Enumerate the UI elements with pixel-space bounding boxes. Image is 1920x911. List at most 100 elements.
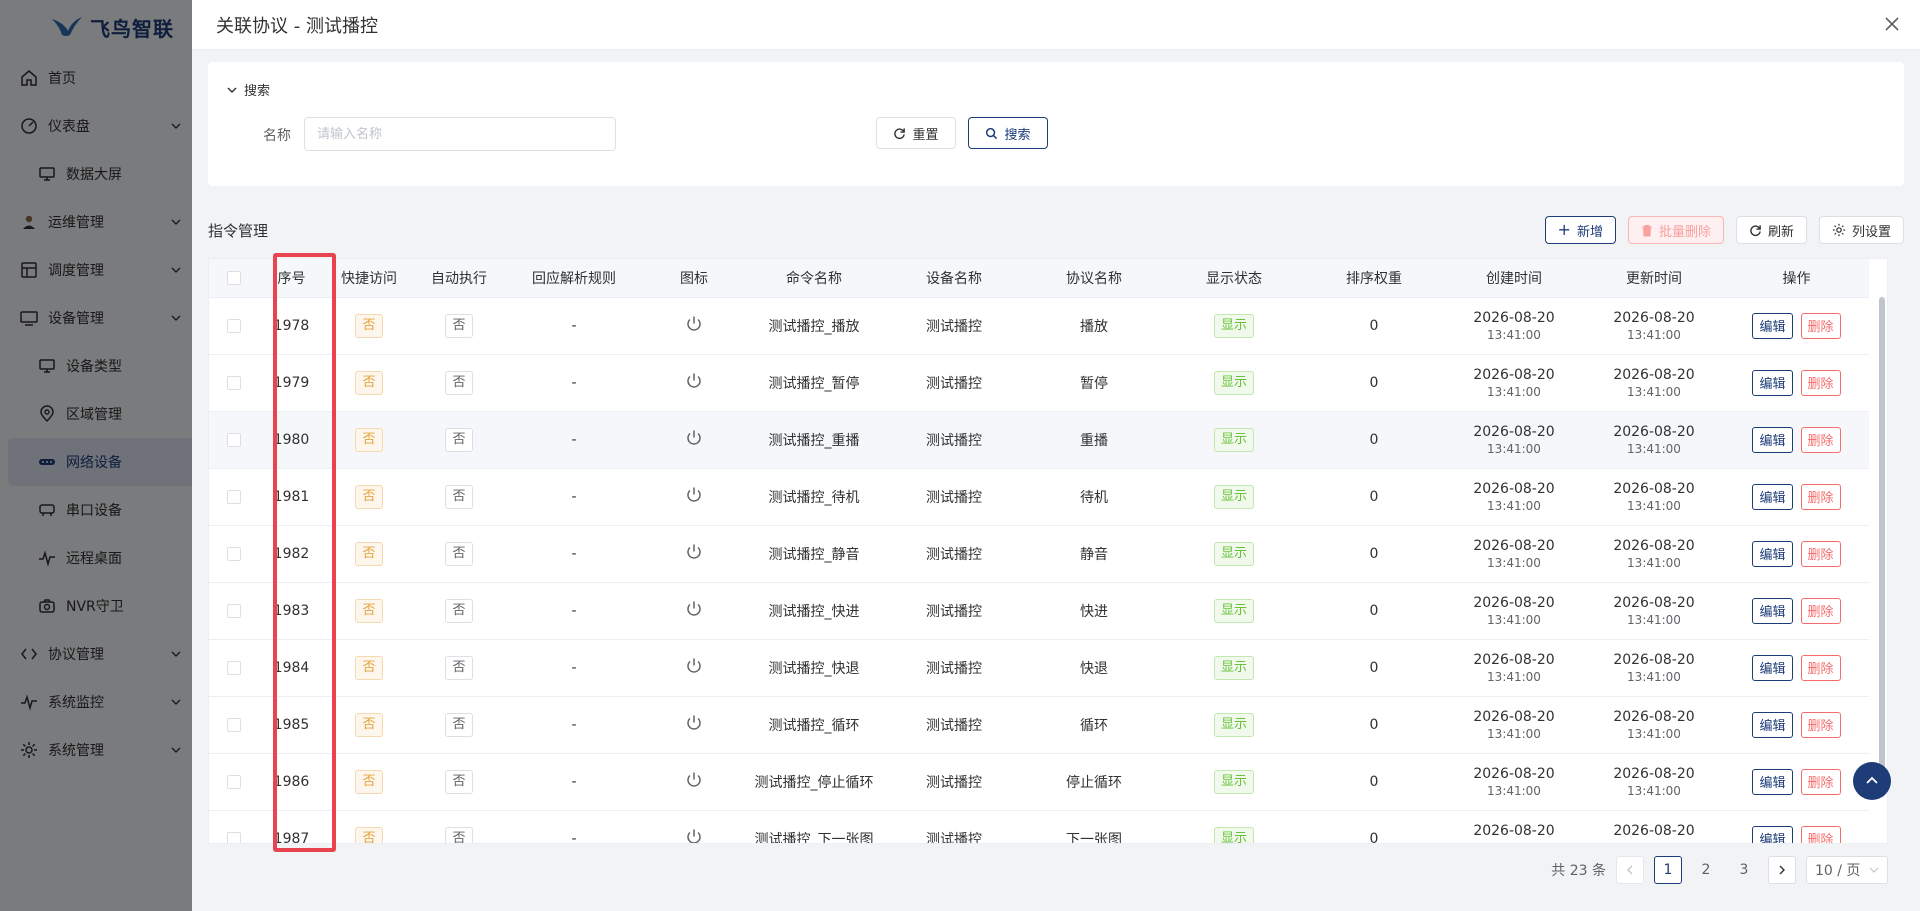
command-name-cell: 测试播控_快退 xyxy=(744,639,884,697)
table-row[interactable]: 1981 否否 - 测试播控_待机 测试播控 待机 显示 0 2026-08-20 13:41:0… xyxy=(209,468,1869,526)
next-page-button[interactable] xyxy=(1768,856,1796,884)
delete-button[interactable]: 删除 xyxy=(1800,369,1841,396)
actions-cell: 编辑 删除 xyxy=(1724,696,1869,754)
table-row[interactable]: 1985 否否 - 测试播控_循环 测试播控 循环 显示 0 2026-08-20 13:41:0… xyxy=(209,696,1869,754)
edit-button[interactable]: 编辑 xyxy=(1752,312,1793,339)
id-cell: 1980 xyxy=(259,411,324,469)
add-button[interactable]: + 新增 xyxy=(1544,216,1616,244)
table-row[interactable]: 1986 否否 - 测试播控_停止循环 测试播控 停止循环 显示 0 2026-08-20 13:… xyxy=(209,753,1869,811)
table-row[interactable]: 1979 否否 - 测试播控_暂停 测试播控 暂停 显示 0 2026-08-20 13:41:0… xyxy=(209,354,1869,412)
reset-label: 重置 xyxy=(912,127,939,143)
auto-execute-tag: 否 xyxy=(445,712,473,737)
device-name-cell: 测试播控 xyxy=(884,753,1024,811)
total-count: 共 23 条 xyxy=(1551,863,1606,879)
power-icon xyxy=(687,544,701,559)
drawer-title: 关联协议 - 测试播控 xyxy=(216,15,378,37)
row-checkbox[interactable] xyxy=(227,375,241,390)
protocol-name-cell: 播放 xyxy=(1024,297,1164,355)
delete-button[interactable]: 删除 xyxy=(1800,768,1841,795)
status-badge: 显示 xyxy=(1213,313,1254,338)
reset-button[interactable]: 重置 xyxy=(876,117,956,149)
refresh-icon xyxy=(894,127,906,139)
page-size-select[interactable]: 10 / 页 xyxy=(1806,856,1888,884)
command-table-section: 指令管理 + 新增 批量删除 刷新 列设置 序号 快捷访问 自动执行 回应解析规… xyxy=(208,200,1904,900)
created-date: 2026-08-20 xyxy=(1473,765,1555,782)
page-3-button[interactable]: 3 xyxy=(1730,856,1758,884)
response-rule-cell: - xyxy=(504,753,644,811)
page-2-button[interactable]: 2 xyxy=(1692,856,1720,884)
protocol-name-cell: 停止循环 xyxy=(1024,753,1164,811)
name-search-input[interactable] xyxy=(304,117,616,151)
device-name-cell: 测试播控 xyxy=(884,639,1024,697)
page-size-value: 10 / 页 xyxy=(1815,863,1861,879)
delete-button[interactable]: 删除 xyxy=(1800,654,1841,681)
response-rule-cell: - xyxy=(504,696,644,754)
search-icon xyxy=(986,127,998,139)
icon-cell xyxy=(644,696,744,754)
table-row[interactable]: 1978 否否 - 测试播控_播放 测试播控 播放 显示 0 2026-08-20 13:41:0… xyxy=(209,297,1869,355)
search-button[interactable]: 搜索 xyxy=(968,117,1048,149)
auto-execute-tag: 否 xyxy=(445,826,473,843)
select-all-cell xyxy=(209,259,259,298)
chevron-left-icon xyxy=(1627,865,1633,875)
row-checkbox[interactable] xyxy=(227,717,241,732)
delete-button[interactable]: 删除 xyxy=(1800,540,1841,567)
row-checkbox[interactable] xyxy=(227,603,241,618)
table-row[interactable]: 1982 否否 - 测试播控_静音 测试播控 静音 显示 0 2026-08-20 13:41:0… xyxy=(209,525,1869,583)
row-checkbox[interactable] xyxy=(227,489,241,504)
row-checkbox[interactable] xyxy=(227,318,241,333)
edit-button[interactable]: 编辑 xyxy=(1752,483,1793,510)
delete-button[interactable]: 删除 xyxy=(1800,483,1841,510)
row-checkbox[interactable] xyxy=(227,831,241,843)
batch-delete-button[interactable]: 批量删除 xyxy=(1627,216,1724,244)
column-settings-button[interactable]: 列设置 xyxy=(1818,216,1904,244)
delete-button[interactable]: 删除 xyxy=(1800,597,1841,624)
row-checkbox[interactable] xyxy=(227,546,241,561)
edit-button[interactable]: 编辑 xyxy=(1752,825,1793,843)
row-checkbox[interactable] xyxy=(227,432,241,447)
pagination: 共 23 条 123 10 / 页 xyxy=(1551,856,1888,884)
select-all-checkbox[interactable] xyxy=(227,270,241,285)
created-clock: 13:41:00 xyxy=(1487,555,1541,570)
back-to-top-button[interactable] xyxy=(1853,762,1891,800)
row-checkbox[interactable] xyxy=(227,774,241,789)
edit-button[interactable]: 编辑 xyxy=(1752,768,1793,795)
edit-button[interactable]: 编辑 xyxy=(1752,540,1793,567)
table-row[interactable]: 1984 否否 - 测试播控_快退 测试播控 快退 显示 0 2026-08-20 13:41:0… xyxy=(209,639,1869,697)
edit-button[interactable]: 编辑 xyxy=(1752,597,1793,624)
chevron-down-icon xyxy=(1869,867,1879,873)
page-1-button[interactable]: 1 xyxy=(1654,856,1682,884)
edit-button[interactable]: 编辑 xyxy=(1752,369,1793,396)
close-icon[interactable] xyxy=(1882,14,1902,34)
table-row[interactable]: 1980 否否 - 测试播控_重播 测试播控 重播 显示 0 2026-08-20 13:41:0… xyxy=(209,411,1869,469)
edit-button[interactable]: 编辑 xyxy=(1752,711,1793,738)
created-clock: 13:41:00 xyxy=(1487,327,1541,342)
row-checkbox[interactable] xyxy=(227,660,241,675)
auto-execute-tag: 否 xyxy=(445,655,473,680)
actions-cell: 编辑 删除 xyxy=(1724,297,1869,355)
protocol-name-cell: 快退 xyxy=(1024,639,1164,697)
gear-icon xyxy=(1832,223,1846,237)
auto-execute-cell: 否 xyxy=(414,639,504,697)
edit-button[interactable]: 编辑 xyxy=(1752,654,1793,681)
refresh-button[interactable]: 刷新 xyxy=(1735,216,1807,244)
response-rule-cell: - xyxy=(504,639,644,697)
table-row[interactable]: 1987否否-测试播控_下一张图测试播控下一张图显示02026-08-2013:… xyxy=(209,810,1869,843)
prev-page-button[interactable] xyxy=(1616,856,1644,884)
response-rule-cell: - xyxy=(504,525,644,583)
updated-date: 2026-08-20 xyxy=(1613,822,1695,839)
search-collapse-toggle[interactable]: 搜索 xyxy=(226,80,270,99)
table-scrollbar[interactable] xyxy=(1879,297,1885,797)
created-date: 2026-08-20 xyxy=(1473,708,1555,725)
quick-access-cell: 否 xyxy=(324,753,414,811)
table-row[interactable]: 1983 否否 - 测试播控_快进 测试播控 快进 显示 0 2026-08-20 13:41:0… xyxy=(209,582,1869,640)
delete-button[interactable]: 删除 xyxy=(1800,312,1841,339)
quick-access-cell: 否 xyxy=(324,696,414,754)
delete-button[interactable]: 删除 xyxy=(1800,711,1841,738)
edit-button[interactable]: 编辑 xyxy=(1752,426,1793,453)
row-select-cell xyxy=(209,297,259,355)
created-time-cell: 2026-08-2013:41:00 xyxy=(1444,354,1584,412)
row-select-cell xyxy=(209,753,259,811)
delete-button[interactable]: 删除 xyxy=(1800,825,1841,843)
delete-button[interactable]: 删除 xyxy=(1800,426,1841,453)
